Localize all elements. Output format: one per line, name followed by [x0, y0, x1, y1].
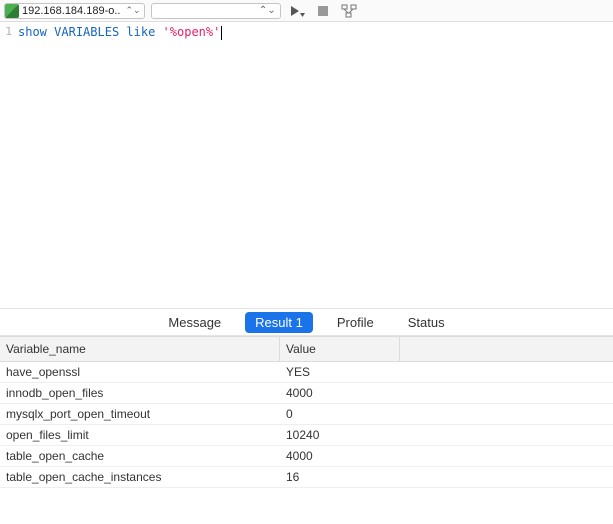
- tab-message[interactable]: Message: [158, 312, 231, 333]
- cell-value: 0: [280, 404, 400, 424]
- run-button[interactable]: [287, 3, 307, 19]
- cell-variable-name: table_open_cache_instances: [0, 467, 280, 487]
- cell-value: 4000: [280, 446, 400, 466]
- result-grid-body: have_opensslYES innodb_open_files4000 my…: [0, 362, 613, 488]
- toolbar: 192.168.184.189-o.. ⌃⌄ ⌃⌄: [0, 0, 613, 22]
- database-combo[interactable]: ⌃⌄: [151, 3, 281, 19]
- token-keyword: VARIABLES: [54, 25, 119, 39]
- explain-button[interactable]: [339, 3, 359, 19]
- cell-variable-name: open_files_limit: [0, 425, 280, 445]
- sql-editor[interactable]: 1 show VARIABLES like '%open%': [0, 22, 613, 308]
- cell-variable-name: table_open_cache: [0, 446, 280, 466]
- cell-value: 4000: [280, 383, 400, 403]
- cell-value: YES: [280, 362, 400, 382]
- cell-variable-name: have_openssl: [0, 362, 280, 382]
- column-header-variable-name[interactable]: Variable_name: [0, 337, 280, 361]
- result-tabs: Message Result 1 Profile Status: [0, 308, 613, 336]
- stop-icon: [318, 6, 328, 16]
- table-row[interactable]: table_open_cache_instances16: [0, 467, 613, 488]
- cell-value: 10240: [280, 425, 400, 445]
- text-caret: [221, 26, 222, 40]
- token-string: '%open%': [163, 25, 221, 39]
- table-row[interactable]: have_opensslYES: [0, 362, 613, 383]
- token-keyword: like: [126, 25, 155, 39]
- cell-variable-name: mysqlx_port_open_timeout: [0, 404, 280, 424]
- table-row[interactable]: innodb_open_files4000: [0, 383, 613, 404]
- token-keyword: show: [18, 25, 47, 39]
- tab-profile[interactable]: Profile: [327, 312, 384, 333]
- line-gutter: 1: [0, 22, 14, 308]
- connection-status-icon: [5, 4, 19, 18]
- connection-label: 192.168.184.189-o..: [22, 5, 120, 17]
- result-grid-header: Variable_name Value: [0, 336, 613, 362]
- tab-result-1[interactable]: Result 1: [245, 312, 313, 333]
- stop-button[interactable]: [313, 3, 333, 19]
- table-row[interactable]: open_files_limit10240: [0, 425, 613, 446]
- cell-variable-name: innodb_open_files: [0, 383, 280, 403]
- explain-icon: [341, 4, 357, 18]
- tab-status[interactable]: Status: [398, 312, 455, 333]
- column-header-empty: [400, 337, 613, 361]
- chevron-updown-icon: ⌃⌄: [123, 5, 140, 16]
- table-row[interactable]: table_open_cache4000: [0, 446, 613, 467]
- cell-value: 16: [280, 467, 400, 487]
- connection-selector[interactable]: 192.168.184.189-o.. ⌃⌄: [4, 3, 145, 19]
- line-number: 1: [0, 25, 12, 38]
- column-header-value[interactable]: Value: [280, 337, 400, 361]
- code-line: show VARIABLES like '%open%': [18, 22, 613, 40]
- chevron-updown-icon: ⌃⌄: [259, 5, 276, 16]
- table-row[interactable]: mysqlx_port_open_timeout0: [0, 404, 613, 425]
